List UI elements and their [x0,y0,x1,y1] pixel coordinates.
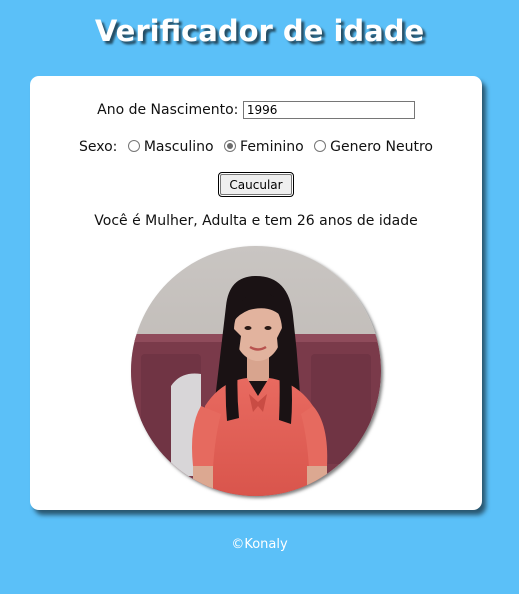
birth-year-row: Ano de Nascimento: [30,101,482,119]
calculate-button[interactable]: Caucular [218,172,294,197]
page-title: Verificador de idade [94,14,425,48]
result-text: Você é Mulher, Adulta e tem 26 anos de i… [94,213,418,229]
result-photo [131,246,381,496]
verifier-card: Ano de Nascimento: Sexo: Masculino Femin… [30,76,482,510]
button-row: Caucular [30,172,482,197]
radio-genero-neutro[interactable] [314,140,327,152]
radio-label-genero-neutro[interactable]: Genero Neutro [330,139,433,155]
radio-label-feminino[interactable]: Feminino [240,139,304,155]
radio-masculino[interactable] [127,140,140,152]
radio-feminino[interactable] [224,140,237,152]
birth-year-label: Ano de Nascimento: [97,102,239,118]
birth-year-input[interactable] [242,101,415,119]
sex-label: Sexo: [78,139,118,155]
woman-portrait-photo [131,246,381,496]
sex-row: Sexo: Masculino Feminino Genero Neutro [30,139,482,155]
radio-label-masculino[interactable]: Masculino [144,139,214,155]
footer-copyright: ©Konaly [231,537,288,552]
